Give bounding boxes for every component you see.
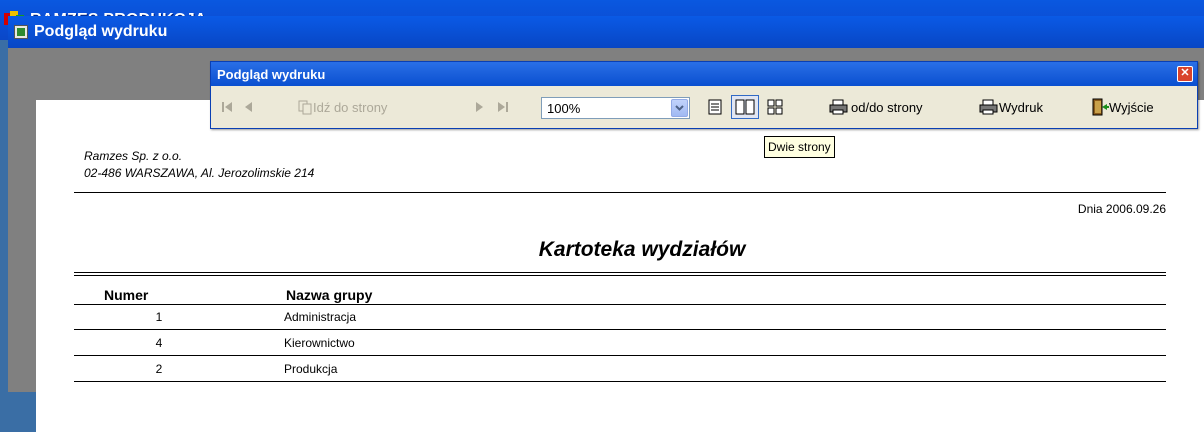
company-name: Ramzes Sp. z o.o. xyxy=(84,149,183,163)
row-group-name: Administracja xyxy=(284,310,357,324)
first-page-button[interactable] xyxy=(219,95,235,119)
header-divider xyxy=(74,192,1166,193)
child-window-icon xyxy=(14,25,28,39)
toolbar-titlebar[interactable]: Podgląd wydruku xyxy=(211,62,1197,86)
goto-page-button[interactable]: Idź do strony xyxy=(297,95,387,119)
printer-icon xyxy=(979,99,998,115)
single-page-icon xyxy=(708,99,722,115)
print-button[interactable]: Wydruk xyxy=(979,95,1043,119)
company-block: Ramzes Sp. z o.o. 02-486 WARSZAWA, Al. J… xyxy=(84,148,314,182)
report-date: Dnia 2006.09.26 xyxy=(1077,202,1166,216)
two-pages-button[interactable] xyxy=(731,95,759,119)
prev-page-icon xyxy=(245,102,252,112)
first-page-icon xyxy=(222,102,232,112)
close-button[interactable]: ✕ xyxy=(1177,66,1193,82)
single-page-button[interactable] xyxy=(701,95,729,119)
last-page-icon xyxy=(498,102,508,112)
prev-page-button[interactable] xyxy=(241,95,257,119)
zoom-select[interactable]: 100% xyxy=(541,97,690,119)
preview-toolbar-window[interactable]: Podgląd wydruku ✕ Idź do strony 100% od/… xyxy=(210,61,1198,129)
row-number: 1 xyxy=(155,310,163,324)
row-group-name: Kierownictwo xyxy=(284,336,355,350)
zoom-value: 100% xyxy=(547,100,581,116)
table-row: 4 Kierownictwo xyxy=(74,330,1166,356)
table-row: 1 Administracja xyxy=(74,304,1166,330)
goto-page-icon xyxy=(298,100,312,115)
exit-door-icon xyxy=(1092,98,1109,116)
toolbar-title: Podgląd wydruku xyxy=(217,66,326,82)
child-window-titlebar[interactable]: Podgląd wydruku xyxy=(8,16,1204,48)
goto-page-label: Idź do strony xyxy=(313,99,388,115)
company-address: 02-486 WARSZAWA, Al. Jerozolimskie 214 xyxy=(84,166,315,180)
report-page: Ramzes Sp. z o.o. 02-486 WARSZAWA, Al. J… xyxy=(36,100,1204,432)
multi-page-button[interactable] xyxy=(761,95,789,119)
print-label: Wydruk xyxy=(999,99,1043,115)
tooltip: Dwie strony xyxy=(764,136,835,158)
next-page-icon xyxy=(476,102,483,112)
chevron-down-icon[interactable] xyxy=(671,99,688,117)
two-pages-icon xyxy=(735,99,755,115)
print-range-button[interactable]: od/do strony xyxy=(829,95,923,119)
report-title: Kartoteka wydziałów xyxy=(538,238,746,261)
next-page-button[interactable] xyxy=(471,95,487,119)
printer-icon xyxy=(829,99,848,115)
multi-page-icon xyxy=(767,99,783,115)
close-icon: ✕ xyxy=(1180,67,1190,79)
print-range-label: od/do strony xyxy=(851,99,923,115)
column-header-group-name: Nazwa grupy xyxy=(286,287,373,303)
column-header-number: Numer xyxy=(104,287,149,303)
exit-button[interactable]: Wyjście xyxy=(1091,95,1154,119)
last-page-button[interactable] xyxy=(495,95,511,119)
toolbar-row: Idź do strony 100% od/do strony Wydruk W… xyxy=(211,86,1197,130)
table-row: 2 Produkcja xyxy=(74,356,1166,382)
child-window-title: Podgląd wydruku xyxy=(34,23,168,40)
row-number: 4 xyxy=(155,336,163,350)
exit-label: Wyjście xyxy=(1109,99,1154,115)
row-group-name: Produkcja xyxy=(284,362,338,376)
row-number: 2 xyxy=(155,362,163,376)
title-double-divider xyxy=(74,272,1166,276)
